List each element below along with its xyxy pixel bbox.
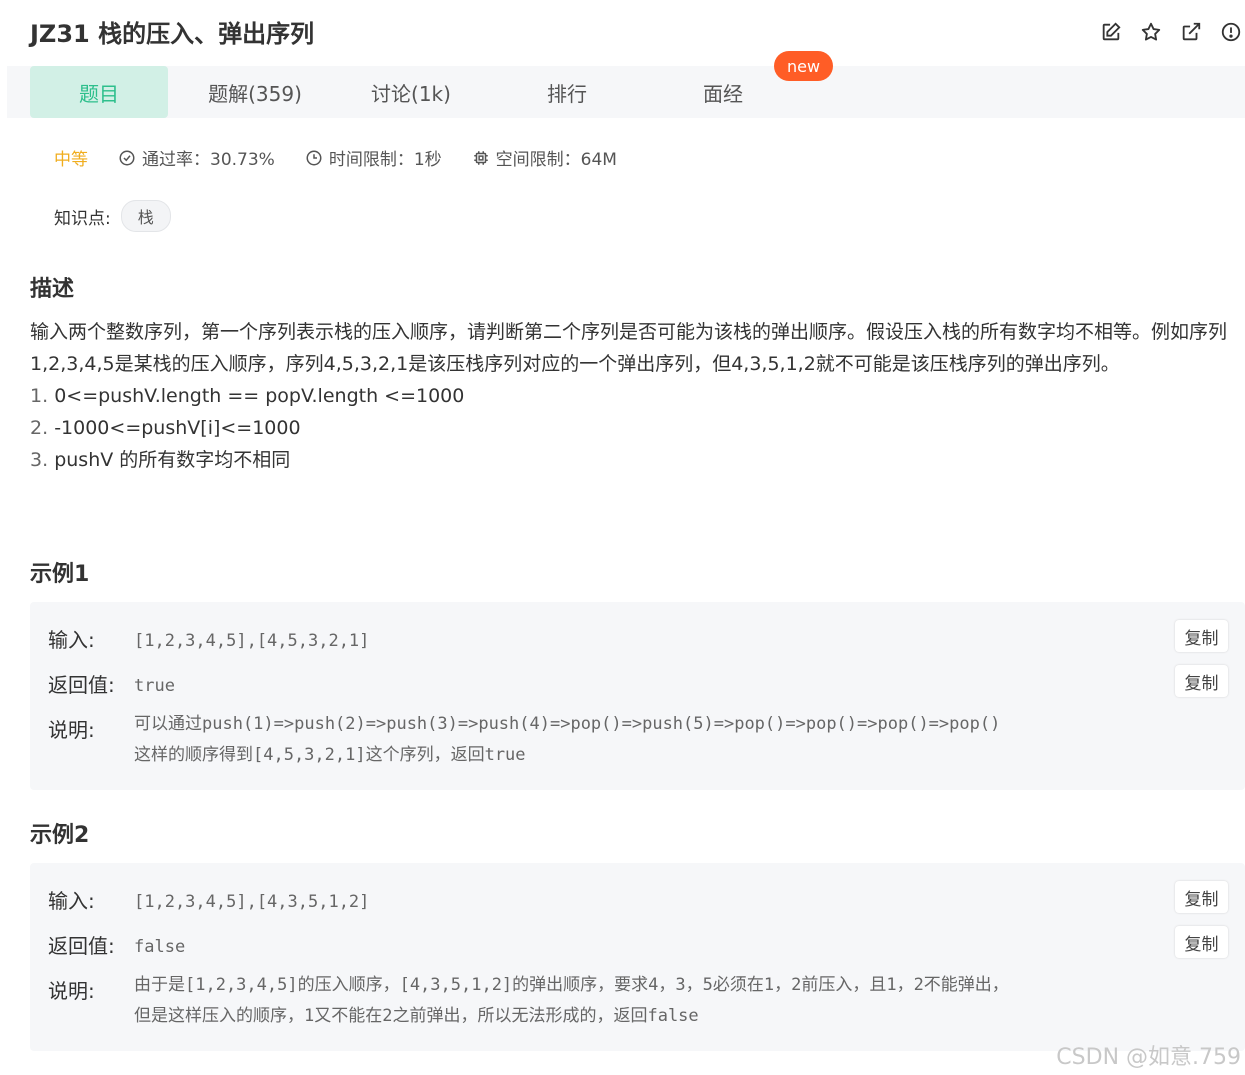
- description-heading: 描述: [30, 277, 75, 302]
- problem-header: JZ31 栈的压入、弹出序列: [0, 0, 1245, 66]
- constraint-list: 1. 0<=pushV.length == popV.length <=1000…: [30, 380, 1242, 476]
- report-icon[interactable]: [1219, 20, 1243, 44]
- input-label: 输入:: [48, 628, 95, 652]
- space-limit: 空间限制：64M: [472, 145, 617, 170]
- header-actions: [1099, 20, 1243, 44]
- copy-return-button[interactable]: 复制: [1175, 926, 1228, 958]
- list-item-num: 2.: [30, 417, 49, 439]
- return-value: true: [134, 676, 175, 696]
- list-item-num: 3.: [30, 449, 49, 471]
- explain-line-2: 这样的顺序得到[4,5,3,2,1]这个序列，返回true: [134, 745, 526, 765]
- chip-icon: [473, 150, 488, 165]
- check-circle-icon: [119, 150, 135, 165]
- tab-solutions[interactable]: 题解(359): [187, 66, 323, 118]
- explain-label: 说明:: [48, 718, 95, 742]
- return-label: 返回值:: [48, 673, 115, 697]
- example-2-box: 输入: [1,2,3,4,5],[4,3,5,1,2] 复制 返回值: fals…: [30, 863, 1245, 1051]
- space-limit-text: 空间限制：64M: [495, 150, 617, 170]
- time-limit: 时间限制：1秒: [305, 145, 442, 170]
- knowledge-label: 知识点:: [54, 208, 111, 229]
- tab-problem[interactable]: 题目: [30, 66, 168, 118]
- return-label: 返回值:: [48, 934, 115, 958]
- copy-return-button[interactable]: 复制: [1175, 665, 1228, 697]
- list-item: 3. pushV 的所有数字均不相同: [30, 444, 1242, 476]
- example-1-box: 输入: [1,2,3,4,5],[4,5,3,2,1] 复制 返回值: true…: [30, 602, 1245, 790]
- list-item: 1. 0<=pushV.length == popV.length <=1000: [30, 380, 1242, 412]
- explain-line-1: 可以通过push(1)=>push(2)=>push(3)=>push(4)=>…: [134, 714, 1001, 734]
- tab-discussion[interactable]: 讨论(1k): [343, 66, 479, 118]
- explain-text: 由于是[1,2,3,4,5]的压入顺序，[4,3,5,1,2]的弹出顺序，要求4…: [134, 970, 1009, 1032]
- copy-input-button[interactable]: 复制: [1175, 881, 1228, 913]
- pass-rate-text: 通过率：30.73%: [142, 150, 275, 170]
- star-icon[interactable]: [1139, 20, 1163, 44]
- tag-stack[interactable]: 栈: [120, 200, 171, 232]
- return-value: false: [134, 937, 186, 957]
- new-badge: new: [774, 51, 833, 81]
- description-paragraph: 输入两个整数序列，第一个序列表示栈的压入顺序，请判断第二个序列是否可能为该栈的弹…: [30, 321, 1228, 375]
- input-label: 输入:: [48, 889, 95, 913]
- list-item-num: 1.: [30, 385, 49, 407]
- problem-meta: 中等 通过率：30.73% 时间限制：1秒 空间限制：64M: [54, 145, 647, 170]
- clock-icon: [306, 150, 322, 165]
- description-body: 输入两个整数序列，第一个序列表示栈的压入顺序，请判断第二个序列是否可能为该栈的弹…: [30, 316, 1242, 476]
- list-item-text: pushV 的所有数字均不相同: [54, 449, 291, 471]
- edit-icon[interactable]: [1099, 20, 1123, 44]
- input-value: [1,2,3,4,5],[4,3,5,1,2]: [134, 892, 370, 912]
- input-value: [1,2,3,4,5],[4,5,3,2,1]: [134, 631, 370, 651]
- pass-rate: 通过率：30.73%: [118, 145, 275, 170]
- difficulty-label: 中等: [54, 150, 88, 170]
- time-limit-text: 时间限制：1秒: [328, 150, 442, 170]
- explain-label: 说明:: [48, 979, 95, 1003]
- problem-title: JZ31 栈的压入、弹出序列: [30, 20, 315, 48]
- explain-line-1: 由于是[1,2,3,4,5]的压入顺序，[4,3,5,1,2]的弹出顺序，要求4…: [134, 975, 1009, 995]
- watermark: CSDN @如意.759: [1056, 1045, 1241, 1070]
- explain-text: 可以通过push(1)=>push(2)=>push(3)=>push(4)=>…: [134, 709, 1000, 771]
- example-1-heading: 示例1: [30, 562, 90, 587]
- example-2-heading: 示例2: [30, 823, 90, 848]
- list-item: 2. -1000<=pushV[i]<=1000: [30, 412, 1242, 444]
- knowledge-points: 知识点: 栈: [54, 200, 171, 232]
- list-item-text: 0<=pushV.length == popV.length <=1000: [54, 385, 465, 407]
- tab-interview[interactable]: 面经: [655, 66, 791, 118]
- tab-ranking[interactable]: 排行: [499, 66, 635, 118]
- share-icon[interactable]: [1179, 20, 1203, 44]
- problem-tabs: 题目 题解(359) 讨论(1k) 排行 面经: [7, 66, 1245, 118]
- explain-line-2: 但是这样压入的顺序，1又不能在2之前弹出，所以无法形成的，返回false: [134, 1006, 699, 1026]
- list-item-text: -1000<=pushV[i]<=1000: [54, 417, 301, 439]
- copy-input-button[interactable]: 复制: [1175, 620, 1228, 652]
